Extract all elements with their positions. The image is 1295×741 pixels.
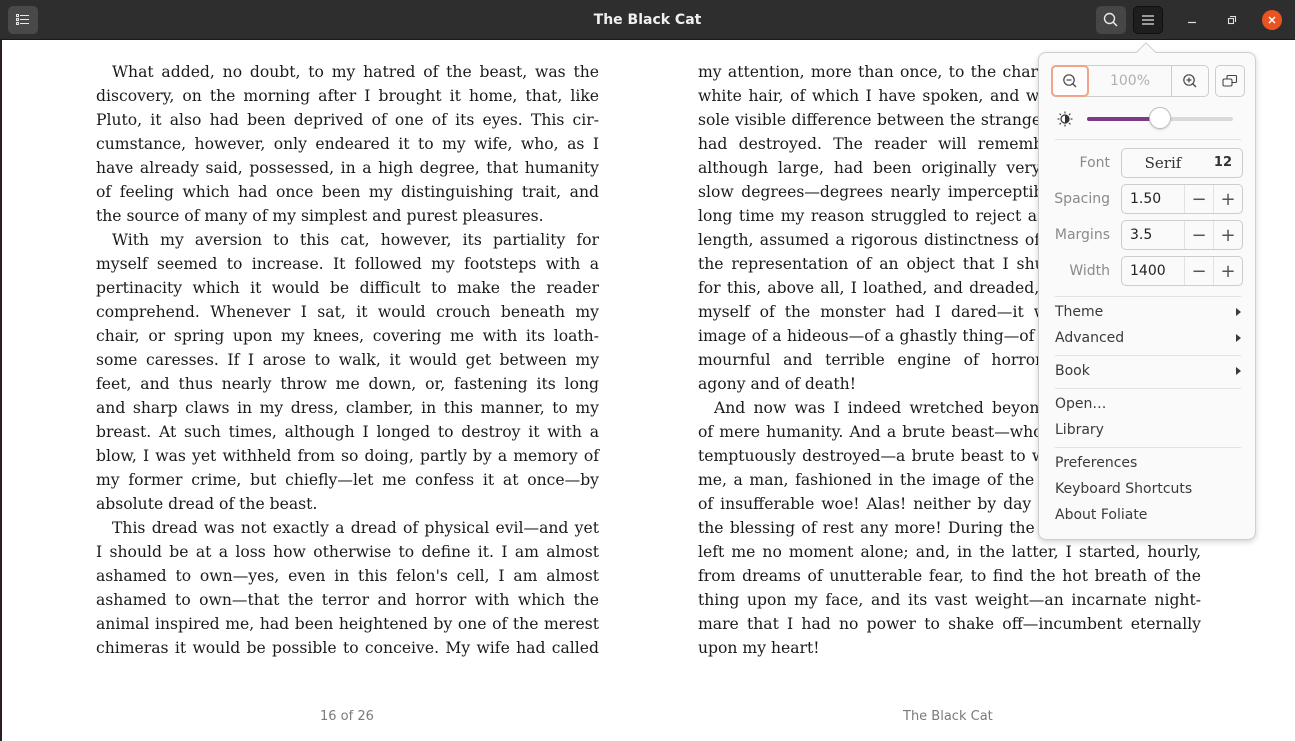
font-label: Font: [1079, 155, 1110, 171]
spacing-decrease-button[interactable]: −: [1184, 185, 1213, 213]
separator: [1055, 139, 1241, 140]
text-line: mare that I had no power to shake off—in…: [698, 615, 1201, 633]
zoom-level-reset[interactable]: 100%: [1089, 66, 1172, 96]
menu-item-theme[interactable]: Theme: [1055, 300, 1241, 324]
brightness-slider-handle[interactable]: [1149, 107, 1171, 129]
font-name: Serif: [1144, 154, 1182, 172]
spacing-increase-button[interactable]: +: [1213, 185, 1242, 213]
text-line: some caresses. If I arose to walk, it wo…: [96, 351, 599, 369]
width-label: Width: [1069, 263, 1110, 279]
paragraph: This dread was not exactly a dread of ph…: [96, 516, 599, 660]
text-line: discovery, on the morning after I brough…: [96, 87, 599, 105]
menu-item-preferences[interactable]: Preferences: [1055, 451, 1241, 475]
text-line: ashamed to own—that the terror and horro…: [96, 591, 599, 609]
text-line: cumstance, however, only endeared it to …: [96, 135, 599, 153]
footer-book-title: The Black Cat: [903, 709, 993, 724]
menu-item-open[interactable]: Open…: [1055, 392, 1241, 416]
search-button[interactable]: [1096, 6, 1126, 34]
window-border: [0, 40, 2, 741]
zoom-controls: 100%: [1051, 65, 1209, 97]
text-line: breast. At such times, although I longed…: [96, 423, 599, 441]
minimize-icon: [1188, 21, 1196, 24]
close-icon: [1268, 16, 1276, 24]
margins-spinbutton: 3.5 − +: [1121, 220, 1243, 250]
text-line: blow, I was yet withheld from so doing, …: [96, 447, 599, 465]
text-line: Pluto, it also had been deprived of one …: [96, 111, 599, 129]
text-line: animal inspired me, had been heightened …: [96, 615, 599, 633]
hamburger-menu-icon: [1142, 15, 1154, 25]
text-line: chimeras it would be possible to conceiv…: [96, 639, 599, 657]
font-size: 12: [1213, 155, 1232, 170]
text-line: What added, no doubt, to my hatred of th…: [112, 63, 599, 81]
main-menu-popover: 100% Font Serif 12 Spacing 1.50 − + Marg…: [1038, 52, 1256, 540]
menu-item-label: Book: [1055, 363, 1090, 379]
text-line: chair, or spring upon my knees, covering…: [96, 327, 599, 345]
separator: [1055, 388, 1241, 389]
text-line: and sharp claws in my dress, clamber, in…: [96, 399, 599, 417]
menu-item-library[interactable]: Library: [1055, 418, 1241, 442]
margins-decrease-button[interactable]: −: [1184, 221, 1213, 249]
submenu-arrow-icon: [1236, 367, 1241, 375]
text-line: comprehend. Whenever I sat, it would cro…: [96, 303, 599, 321]
zoom-in-icon: [1183, 74, 1197, 88]
separator: [1055, 355, 1241, 356]
page-counter: 16 of 26: [320, 709, 374, 724]
zoom-out-icon: [1063, 74, 1077, 88]
paragraph: With my aversion to this cat, however, i…: [96, 228, 599, 516]
text-line: absolute dread of the beast.: [96, 495, 318, 513]
book-page-left: What added, no doubt, to my hatred of th…: [96, 60, 599, 660]
text-line: upon my heart!: [698, 639, 820, 657]
text-line: This dread was not exactly a dread of ph…: [112, 519, 599, 537]
brightness-icon: [1057, 111, 1073, 131]
paragraph: What added, no doubt, to my hatred of th…: [96, 60, 599, 228]
menu-item-advanced[interactable]: Advanced: [1055, 326, 1241, 350]
maximize-button[interactable]: [1222, 10, 1242, 30]
text-line: have already said, possessed, in a high …: [96, 159, 599, 177]
width-increase-button[interactable]: +: [1213, 257, 1242, 285]
zoom-out-button[interactable]: [1051, 65, 1089, 97]
separator: [1055, 447, 1241, 448]
minimize-button[interactable]: [1182, 10, 1202, 30]
spacing-input[interactable]: 1.50: [1122, 185, 1184, 213]
brightness-slider[interactable]: [1087, 107, 1233, 129]
spacing-label: Spacing: [1054, 191, 1110, 207]
text-line: the source of many of my simplest and pu…: [96, 207, 544, 225]
text-line: of feeling which had once been my distin…: [96, 183, 599, 201]
margins-label: Margins: [1054, 227, 1110, 243]
text-line: thing upon my face, and its vast weight—…: [698, 591, 1201, 609]
menu-item-keyboard-shortcuts[interactable]: Keyboard Shortcuts: [1055, 477, 1241, 501]
fullscreen-button[interactable]: [1215, 65, 1245, 97]
text-line: from dreams of unutterable fear, to find…: [698, 567, 1201, 585]
text-line: left me no moment alone; and, in the lat…: [698, 543, 1201, 561]
maximize-icon: [1227, 15, 1237, 25]
text-line: With my aversion to this cat, however, i…: [112, 231, 599, 249]
width-decrease-button[interactable]: −: [1184, 257, 1213, 285]
restore-window-icon: [1222, 74, 1238, 87]
text-line: feet, and thus nearly throw me down, or,…: [96, 375, 599, 393]
text-line: myself seemed to increase. It followed m…: [96, 255, 599, 273]
width-input[interactable]: 1400: [1122, 257, 1184, 285]
header-bar: The Black Cat: [0, 0, 1295, 40]
margins-input[interactable]: 3.5: [1122, 221, 1184, 249]
menu-item-about[interactable]: About Foliate: [1055, 503, 1241, 527]
submenu-arrow-icon: [1236, 308, 1241, 316]
text-line: pertinacity which it would be difficult …: [96, 279, 599, 297]
close-button[interactable]: [1262, 10, 1282, 30]
width-spinbutton: 1400 − +: [1121, 256, 1243, 286]
text-line: ashamed to own—yes, even in this felon's…: [96, 567, 599, 585]
zoom-in-button[interactable]: [1172, 66, 1208, 96]
text-line: my former crime, but chiefly—let me conf…: [96, 471, 599, 489]
submenu-arrow-icon: [1236, 334, 1241, 342]
text-line: I should be at a loss how otherwise to d…: [96, 543, 599, 561]
menu-item-book[interactable]: Book: [1055, 359, 1241, 383]
menu-item-label: Theme: [1055, 304, 1104, 320]
search-icon: [1103, 12, 1118, 27]
separator: [1055, 296, 1241, 297]
margins-increase-button[interactable]: +: [1213, 221, 1242, 249]
main-menu-button[interactable]: [1133, 6, 1163, 34]
spacing-spinbutton: 1.50 − +: [1121, 184, 1243, 214]
font-chooser-button[interactable]: Serif 12: [1121, 148, 1243, 178]
menu-item-label: Advanced: [1055, 330, 1125, 346]
